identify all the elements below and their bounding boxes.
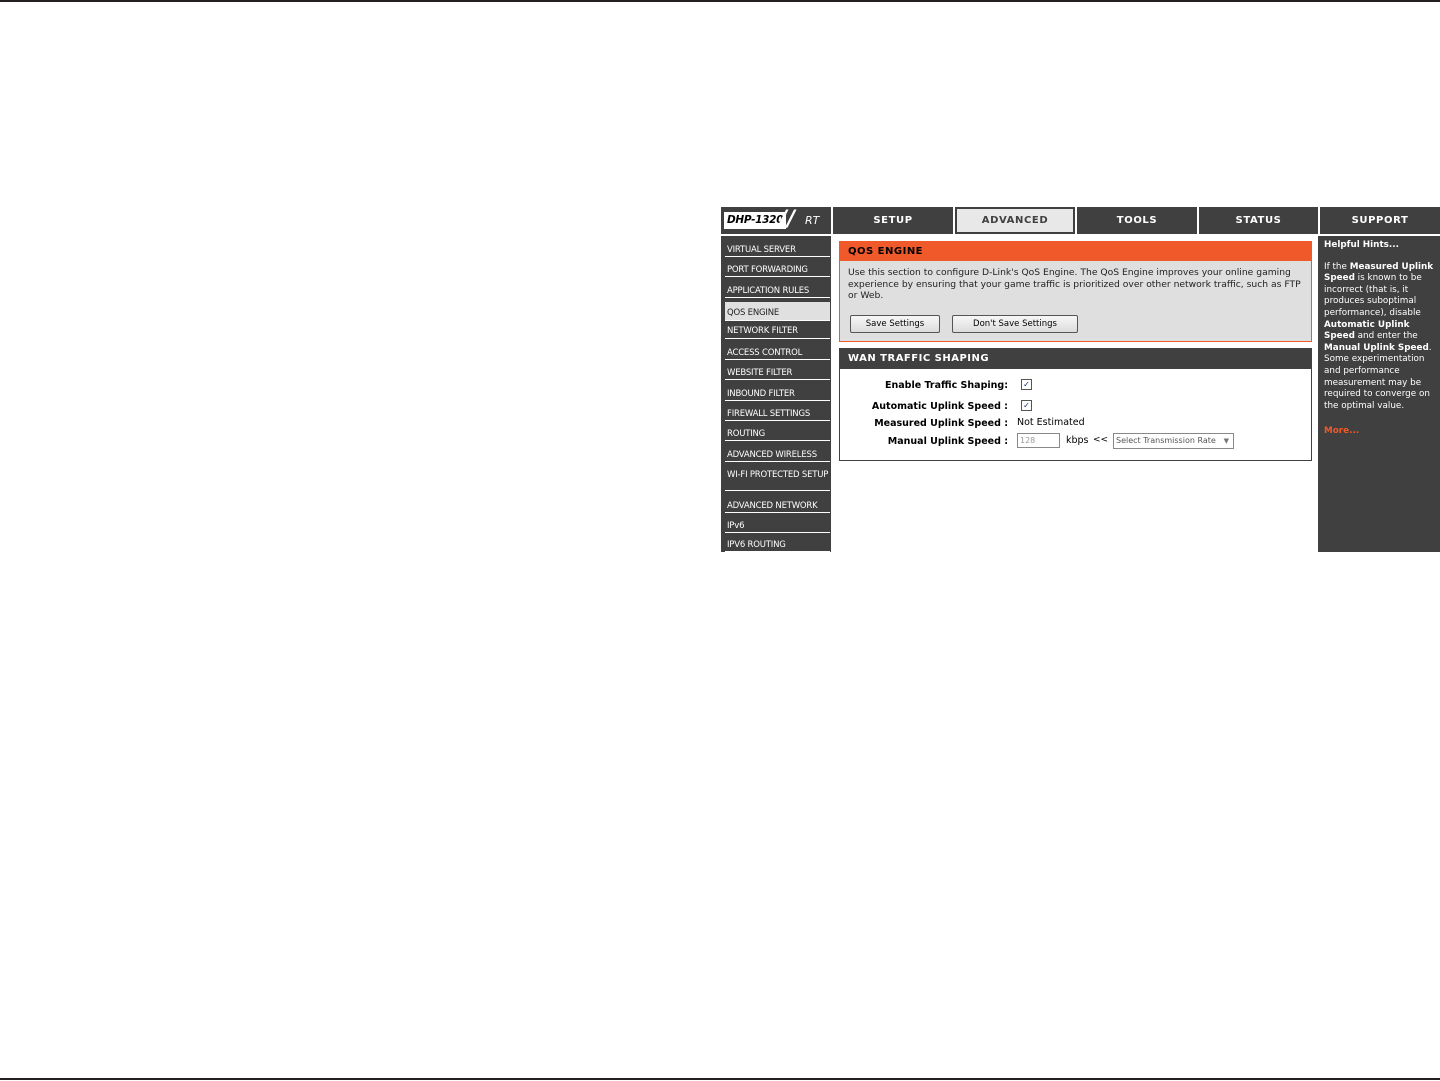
tab-support[interactable]: SUPPORT xyxy=(1318,207,1440,234)
helpful-hints-title: Helpful Hints... xyxy=(1324,240,1399,250)
manual-uplink-speed-label: Manual Uplink Speed : xyxy=(887,436,1008,447)
tab-tools[interactable]: TOOLS xyxy=(1075,207,1197,234)
tab-label: SETUP xyxy=(873,215,913,226)
sidebar-item-access-control[interactable]: ACCESS CONTROL xyxy=(725,342,830,360)
logo-slash-icon: / xyxy=(787,207,796,232)
sidebar-item-application-rules[interactable]: APPLICATION RULES xyxy=(725,281,830,298)
save-settings-button[interactable]: Save Settings xyxy=(850,315,940,333)
wan-traffic-shaping-title: WAN TRAFFIC SHAPING xyxy=(840,349,1311,369)
sidebar-item-port-forwarding[interactable]: PORT FORWARDING xyxy=(725,260,830,277)
top-nav: SETUP ADVANCED TOOLS STATUS SUPPORT xyxy=(831,207,1440,234)
tab-advanced[interactable]: ADVANCED xyxy=(953,207,1075,234)
transmission-rate-select[interactable]: Select Transmission Rate ▼ xyxy=(1113,433,1234,449)
sidebar-item-ipv6-routing[interactable]: IPV6 ROUTING xyxy=(725,536,830,552)
helpful-hints-text: If the Measured Uplink Speed is known to… xyxy=(1324,262,1435,413)
sidebar-item-ipv6[interactable]: IPv6 xyxy=(725,516,830,533)
tab-setup[interactable]: SETUP xyxy=(831,207,953,234)
hint-text: and enter the xyxy=(1354,331,1418,342)
manual-uplink-speed-input[interactable]: 128 xyxy=(1017,433,1060,448)
tab-label: TOOLS xyxy=(1116,215,1158,226)
hint-text: If the xyxy=(1324,261,1350,272)
sidebar-item-advanced-wireless[interactable]: ADVANCED WIRELESS xyxy=(725,444,830,462)
dont-save-settings-button[interactable]: Don't Save Settings xyxy=(952,315,1078,333)
model-suffix: RT xyxy=(805,214,820,227)
qos-engine-description: Use this section to configure D-Link's Q… xyxy=(848,267,1301,301)
measured-uplink-speed-label: Measured Uplink Speed : xyxy=(874,418,1008,429)
enable-traffic-shaping-checkbox[interactable]: ✓ xyxy=(1021,379,1032,390)
tab-label: SUPPORT xyxy=(1351,215,1409,226)
tab-label: STATUS xyxy=(1235,215,1282,226)
sidebar-item-routing[interactable]: ROUTING xyxy=(725,424,830,441)
sidebar-item-firewall-settings[interactable]: FIREWALL SETTINGS xyxy=(725,404,830,421)
enable-traffic-shaping-label: Enable Traffic Shaping: xyxy=(885,380,1008,391)
sidebar-item-virtual-server[interactable]: VIRTUAL SERVER xyxy=(725,240,830,257)
automatic-uplink-speed-label: Automatic Uplink Speed : xyxy=(871,401,1008,412)
transmission-rate-selected: Select Transmission Rate xyxy=(1116,436,1216,445)
sidebar-item-inbound-filter[interactable]: INBOUND FILTER xyxy=(725,383,830,401)
page-top-rule xyxy=(0,0,1440,2)
sidebar-item-qos-engine[interactable]: QOS ENGINE xyxy=(725,302,830,321)
uplink-unit-label: kbps xyxy=(1066,435,1089,446)
logo-slash-icon: / xyxy=(779,207,788,232)
hint-bold: Manual Uplink Speed xyxy=(1324,342,1429,353)
checkmark-icon: ✓ xyxy=(1023,401,1030,410)
wan-traffic-shaping-panel: WAN TRAFFIC SHAPING Enable Traffic Shapi… xyxy=(839,348,1312,461)
qos-engine-panel: QOS ENGINE Use this section to configure… xyxy=(839,241,1312,342)
page-bottom-rule xyxy=(0,1078,1440,1080)
tab-label: ADVANCED xyxy=(981,215,1049,226)
qos-engine-title: QOS ENGINE xyxy=(840,242,1311,261)
copy-rate-arrow[interactable]: << xyxy=(1093,435,1108,445)
sidebar-item-website-filter[interactable]: WEBSITE FILTER xyxy=(725,363,830,380)
tab-status[interactable]: STATUS xyxy=(1197,207,1318,234)
checkmark-icon: ✓ xyxy=(1023,380,1030,389)
model-name: DHP-1320 xyxy=(724,212,787,229)
helpful-hints-panel: Helpful Hints... If the Measured Uplink … xyxy=(1318,236,1440,552)
sidebar: VIRTUAL SERVER PORT FORWARDING APPLICATI… xyxy=(721,236,831,552)
sidebar-item-advanced-network[interactable]: ADVANCED NETWORK xyxy=(725,495,830,513)
measured-uplink-speed-value: Not Estimated xyxy=(1017,417,1085,428)
chevron-down-icon: ▼ xyxy=(1223,437,1229,445)
more-link[interactable]: More... xyxy=(1324,426,1435,438)
brand-logo: DHP-1320 / / RT xyxy=(721,207,831,234)
sidebar-item-network-filter[interactable]: NETWORK FILTER xyxy=(725,322,830,339)
automatic-uplink-speed-checkbox[interactable]: ✓ xyxy=(1021,400,1032,411)
router-admin-screenshot: DHP-1320 / / RT SETUP ADVANCED TOOLS STA… xyxy=(721,207,1440,552)
sidebar-item-wifi-protected-setup[interactable]: WI-FI PROTECTED SETUP xyxy=(725,465,830,491)
